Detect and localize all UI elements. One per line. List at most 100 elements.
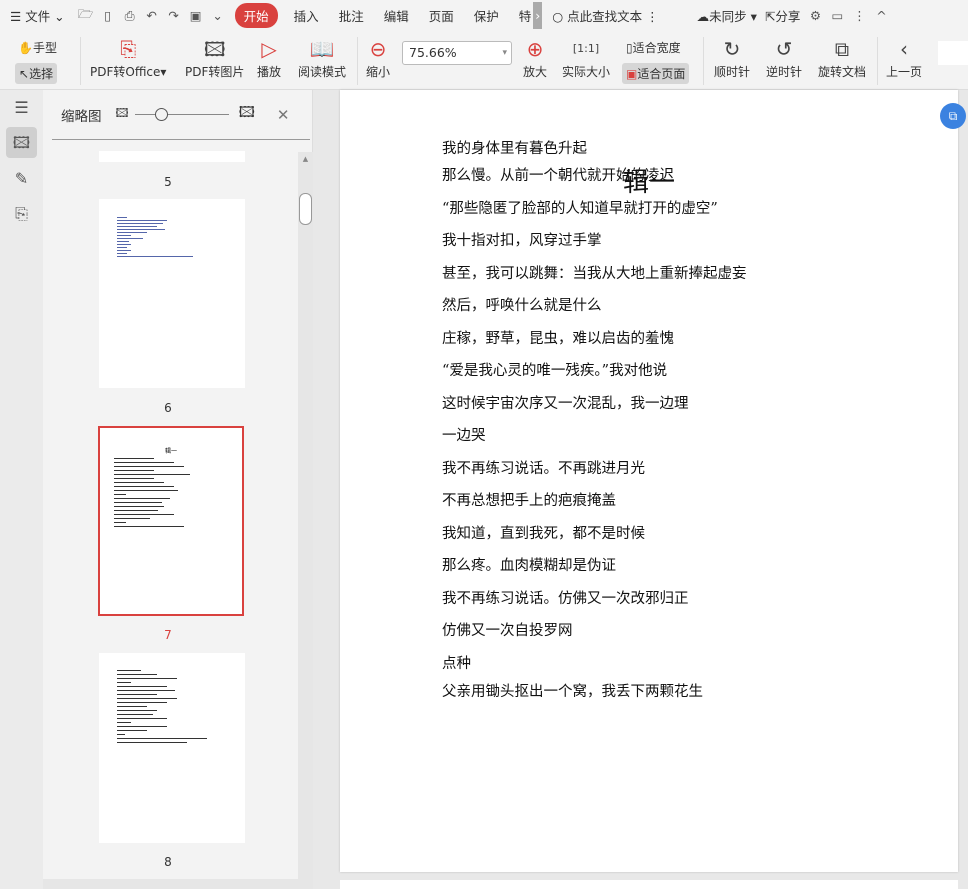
clockwise-label: 顺时针 [714,65,751,79]
page-number-5: 5 [164,175,172,189]
horizontal-scrollbar[interactable] [43,879,298,889]
tab-home[interactable]: 开始 [234,3,278,28]
tab-page[interactable]: 页面 [419,6,464,25]
more-icon[interactable]: ⌄ [210,8,226,23]
next-page [340,880,958,889]
thumbnail-size-slider[interactable] [134,107,229,122]
thumbnail-icon[interactable]: 🖾 [6,127,37,158]
print-icon[interactable]: ⎙ [122,8,138,24]
thumbnail-page-5[interactable] [99,151,245,162]
select-label: 选择 [29,67,54,81]
fit-page-label: 适合页面 [637,67,686,81]
comment-icon[interactable]: ▭ [829,8,845,23]
gear-icon[interactable]: ⚙ [807,8,823,23]
tab-annotate[interactable]: 批注 [329,6,374,25]
zoom-in-button[interactable]: ⊕ 放大 [523,35,547,80]
file-menu[interactable]: ☰ 文件 ⌄ [0,6,75,25]
rotate-ccw-icon: ↺ [775,37,793,61]
poem-line: 甚至，我可以跳舞：当我从大地上重新捧起虚妄 [442,266,747,282]
pdf-office-label: PDF转Office [90,65,161,79]
fit-page-button[interactable]: ▣适合页面 [622,63,690,84]
thumbnail-page-7-selected[interactable]: 辑一 [98,426,244,616]
document-page: 辑一 我的身体里有暮色升起 那么慢。从前一个朝代就开始的凌迟 “那些隐匿了脸部的人知… [340,90,958,872]
sync-button[interactable]: ☁未同步 ▾ [693,6,761,25]
kebab-icon[interactable]: ⋮ [851,8,867,23]
thumbnail-scrollbar[interactable]: ▲ [298,152,313,889]
play-button[interactable]: ▷ 播放 [257,35,281,80]
actual-size-button[interactable]: [1:1] 实际大小 [562,35,610,80]
thumbnail-page-6[interactable] [99,199,245,388]
pdf-image-label: PDF转图片 [185,65,245,79]
search-box[interactable]: ○ 点此查找文本 ⋮ [542,6,668,25]
poem-line: 父亲用锄头抠出一个窝，我丢下两颗花生 [442,684,703,700]
fit-width-icon: ▯ [626,41,633,55]
chevron-left-icon: ‹ [900,37,908,61]
toolbar: ✋手型 ↖选择 ⎘ PDF转Office ▾ 🖾 PDF转图片 ▷ 播放 📖 阅读模式 ⊖… [0,31,968,90]
poem-line: 我不再练习说话。不再跳进月光 [442,461,645,477]
rotate-counter-button[interactable]: ↺ 逆时针 [766,35,802,80]
pdf-office-icon: ⎘ [120,37,137,61]
hand-tool[interactable]: ✋手型 [18,39,57,56]
small-image-icon[interactable]: 🖾 [116,104,129,125]
tab-insert[interactable]: 插入 [284,6,329,25]
share-button[interactable]: ⇱分享 [761,6,805,25]
prev-label: 上一页 [886,65,923,79]
poem-line: 那么慢。从前一个朝代就开始的凌迟 [442,168,674,184]
signature-icon[interactable]: ⎘ [6,198,37,229]
rotate-label: 旋转文档 [818,65,867,79]
thumbnail-header: 缩略图 🖾 🖾 ✕ [52,90,310,140]
poem-line: 我不再练习说话。仿佛又一次改邪归正 [442,591,689,607]
tab-protect[interactable]: 保护 [464,6,509,25]
zoom-out-icon: ⊖ [369,37,387,61]
floating-tool-icon[interactable]: ⧉ [940,103,966,129]
poem-line: 我知道，直到我死，都不是时候 [442,526,645,542]
page-number-input[interactable] [938,41,968,65]
fit-width-button[interactable]: ▯适合宽度 [626,39,681,56]
read-mode-label: 阅读模式 [298,65,347,79]
pdf-to-image-button[interactable]: 🖾 PDF转图片 [185,35,244,80]
rotate-clockwise-button[interactable]: ↻ 顺时针 [714,35,750,80]
poem-line: “爱是我心灵的唯一残疾。”我对他说 [442,363,668,379]
zoom-select[interactable]: 75.66% ▾ [402,41,512,65]
actual-size-icon: [1:1] [572,42,600,55]
thumbnail-page-8[interactable] [99,653,245,843]
poem-line: 点种 [442,656,471,672]
poem-line: 仿佛又一次自投罗网 [442,623,573,639]
actual-size-label: 实际大小 [562,65,611,79]
fit-width-label: 适合宽度 [632,41,681,55]
cloud-icon: ☁ [696,9,710,24]
poem-line: 庄稼，野草，昆虫，难以启齿的羞愧 [442,331,674,347]
read-mode-button[interactable]: 📖 阅读模式 [298,35,346,80]
export-icon[interactable]: ▣ [188,8,204,23]
tabs-scroll-right[interactable]: › [533,2,543,29]
redo-icon[interactable]: ↷ [166,8,182,23]
scroll-up-icon[interactable]: ▲ [298,155,313,163]
open-icon[interactable]: 🗁 [78,5,94,26]
sync-label: 未同步 [709,9,747,24]
tab-edit[interactable]: 编辑 [374,6,419,25]
share-label: 分享 [775,9,801,24]
pdf-to-office-button[interactable]: ⎘ PDF转Office▾ [90,35,166,80]
search-icon: ○ [552,9,564,24]
large-image-icon[interactable]: 🖾 [239,102,255,127]
scroll-thumb[interactable] [299,193,312,225]
prev-page-button[interactable]: ‹ 上一页 [886,35,922,80]
zoom-out-label: 缩小 [366,65,391,79]
image-icon: 🖾 [203,37,226,61]
select-tool[interactable]: ↖选择 [15,63,58,84]
pen-icon[interactable]: ✎ [6,163,37,194]
zoom-out-button[interactable]: ⊖ 缩小 [366,35,390,80]
close-icon[interactable]: ✕ [277,106,290,124]
tab-special[interactable]: 特 [509,6,534,25]
rotate-doc-icon: ⧉ [834,37,850,61]
outline-icon[interactable]: ☰ [6,92,37,123]
undo-icon[interactable]: ↶ [144,8,160,23]
poem-line: 我的身体里有暮色升起 [442,141,587,157]
collapse-icon[interactable]: ^ [873,8,889,23]
rotate-document-button[interactable]: ⧉ 旋转文档 [818,35,866,80]
poem-line: 一边哭 [442,428,486,444]
poem-line: “那些隐匿了脸部的人知道早就打开的虚空” [442,201,718,217]
thumbnail-panel: 缩略图 🖾 🖾 ✕ 5 6 辑一 7 8 ▲ [43,90,313,889]
poem-line: 我十指对扣，风穿过手掌 [442,233,602,249]
save-icon[interactable]: ▯ [100,8,116,23]
